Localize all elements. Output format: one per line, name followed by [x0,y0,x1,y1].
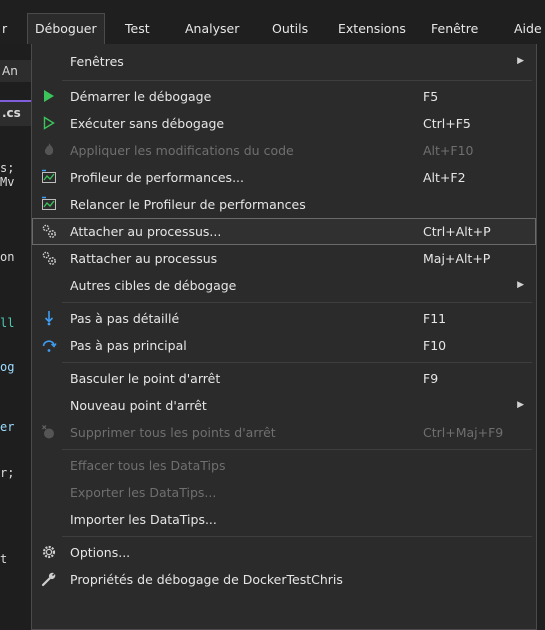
debug-dropdown-menu: Fenêtres ▶ Démarrer le débogage F5 Exécu… [31,44,537,630]
menu-item-label: Propriétés de débogage de DockerTestChri… [70,572,343,587]
menu-item-performance-profiler[interactable]: Profileur de performances... Alt+F2 [32,164,536,191]
code-fragment: og [0,360,15,374]
menubar-item-debug[interactable]: Déboguer [27,13,105,45]
menu-item-import-datatips[interactable]: Importer les DataTips... [32,506,536,533]
menu-item-label: Exporter les DataTips... [70,485,217,500]
menu-item-clear-all-datatips: Effacer tous les DataTips [32,452,536,479]
code-editor-sliver: An .cs s; Mv on ll og er r; t [0,44,31,630]
menu-item-label: Appliquer les modifications du code [70,143,294,158]
menu-item-shortcut: F11 [423,311,447,326]
menu-item-shortcut: Alt+F2 [423,170,466,185]
file-tab-label: .cs [2,106,21,120]
menu-item-shortcut: Ctrl+Alt+P [423,224,491,239]
menu-item-label: Relancer le Profileur de performances [70,197,306,212]
menu-separator [62,362,532,363]
document-tab[interactable]: An [0,60,31,82]
menu-item-label: Importer les DataTips... [70,512,217,527]
code-fragment: r; [0,466,15,480]
menubar-item-help[interactable]: Aide [514,14,542,44]
menu-item-run-without-debugging[interactable]: Exécuter sans débogage Ctrl+F5 [32,110,536,137]
gears-icon [42,224,56,238]
menu-item-label: Fenêtres [70,54,124,69]
code-fragment: on [0,250,15,264]
menubar-item-test[interactable]: Test [125,14,150,44]
menu-item-reattach-to-process[interactable]: Rattacher au processus Maj+Alt+P [32,245,536,272]
menu-item-apply-code-changes: Appliquer les modifications du code Alt+… [32,137,536,164]
menu-item-other-debug-targets[interactable]: Autres cibles de débogage ▶ [32,272,536,299]
menu-item-shortcut: F5 [423,89,439,104]
menu-separator [62,302,532,303]
menu-item-step-over[interactable]: Pas à pas principal F10 [32,332,536,359]
code-fragment: Mv [0,175,15,189]
play-icon [44,90,54,102]
menu-item-label: Nouveau point d'arrêt [70,398,207,413]
code-fragment: t [0,552,8,566]
menu-item-attach-to-process[interactable]: Attacher au processus... Ctrl+Alt+P [32,218,536,245]
menu-separator [62,80,532,81]
menu-item-toggle-breakpoint[interactable]: Basculer le point d'arrêt F9 [32,365,536,392]
menu-item-label: Pas à pas détaillé [70,311,180,326]
code-fragment: ll [0,316,15,330]
menu-item-windows[interactable]: Fenêtres ▶ [32,48,536,75]
menu-item-shortcut: Ctrl+F5 [423,116,471,131]
menu-item-shortcut: F10 [423,338,447,353]
submenu-arrow-icon: ▶ [517,56,524,66]
menu-item-label: Basculer le point d'arrêt [70,371,221,386]
menu-item-export-datatips: Exporter les DataTips... [32,479,536,506]
menu-item-label: Profileur de performances... [70,170,244,185]
code-fragment: s; [0,161,15,175]
menu-item-delete-all-breakpoints: Supprimer tous les points d'arrêt Ctrl+M… [32,419,536,446]
menu-separator [62,449,532,450]
profiler-icon [42,169,56,183]
menu-item-relaunch-profiler[interactable]: Relancer le Profileur de performances [32,191,536,218]
menu-item-label: Effacer tous les DataTips [70,458,226,473]
document-tab-label: An [2,64,18,78]
menu-item-label: Pas à pas principal [70,338,187,353]
menu-item-label: Autres cibles de débogage [70,278,237,293]
menu-item-debug-properties[interactable]: Propriétés de débogage de DockerTestChri… [32,566,536,593]
settings-gear-icon [42,545,56,559]
menu-item-step-into[interactable]: Pas à pas détaillé F11 [32,305,536,332]
menu-item-shortcut: Ctrl+Maj+F9 [423,425,504,440]
menu-item-shortcut: Alt+F10 [423,143,474,158]
menu-item-label: Options... [70,545,131,560]
menubar-item-extensions[interactable]: Extensions [338,14,406,44]
code-fragment: er [0,420,15,434]
menu-bar: r Déboguer Test Analyser Outils Extensio… [0,0,545,45]
submenu-arrow-icon: ▶ [517,400,524,410]
menu-item-start-debugging[interactable]: Démarrer le débogage F5 [32,83,536,110]
menubar-item-analyze[interactable]: Analyser [185,14,239,44]
menubar-item-truncated[interactable]: r [2,14,7,44]
profiler-icon [42,196,56,210]
menu-item-label: Rattacher au processus [70,251,218,266]
menu-item-label: Attacher au processus... [70,224,222,239]
submenu-arrow-icon: ▶ [517,280,524,290]
step-over-icon [42,340,57,352]
step-into-icon [44,311,54,326]
menu-item-shortcut: Maj+Alt+P [423,251,491,266]
wrench-icon [41,572,56,587]
menubar-item-window[interactable]: Fenêtre [431,14,478,44]
menu-item-options[interactable]: Options... [32,539,536,566]
menu-separator [62,536,532,537]
menu-item-new-breakpoint[interactable]: Nouveau point d'arrêt ▶ [32,392,536,419]
menu-item-label: Exécuter sans débogage [70,116,225,131]
file-tab[interactable]: .cs [0,102,31,126]
gears-icon [42,251,56,265]
menu-item-label: Démarrer le débogage [70,89,212,104]
menubar-item-tools[interactable]: Outils [272,14,308,44]
flame-icon [44,143,54,155]
menu-item-label: Supprimer tous les points d'arrêt [70,425,276,440]
delete-breakpoints-icon [42,425,54,439]
menu-item-shortcut: F9 [423,371,439,386]
play-outline-icon [43,116,55,130]
